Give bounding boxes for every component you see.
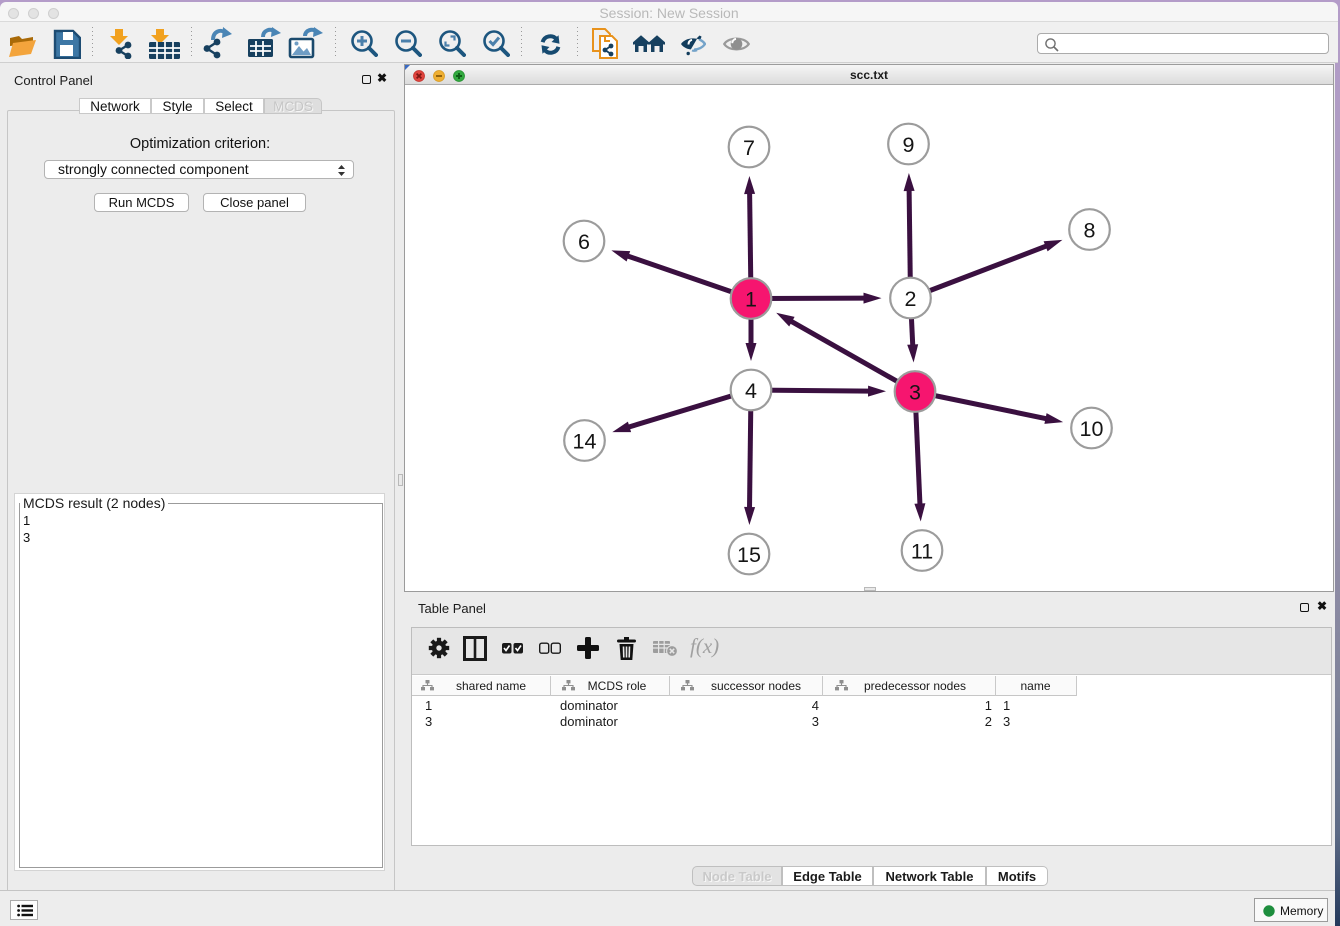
svg-text:11: 11: [911, 539, 933, 563]
svg-text:9: 9: [903, 133, 915, 157]
svg-text:6: 6: [578, 230, 590, 254]
svg-text:8: 8: [1084, 218, 1096, 242]
svg-text:4: 4: [745, 379, 757, 403]
svg-text:10: 10: [1080, 417, 1104, 441]
svg-text:14: 14: [573, 429, 597, 453]
svg-text:3: 3: [909, 380, 921, 404]
svg-text:1: 1: [745, 287, 757, 311]
svg-text:15: 15: [737, 543, 761, 567]
svg-text:7: 7: [743, 136, 755, 160]
svg-text:2: 2: [905, 287, 917, 311]
